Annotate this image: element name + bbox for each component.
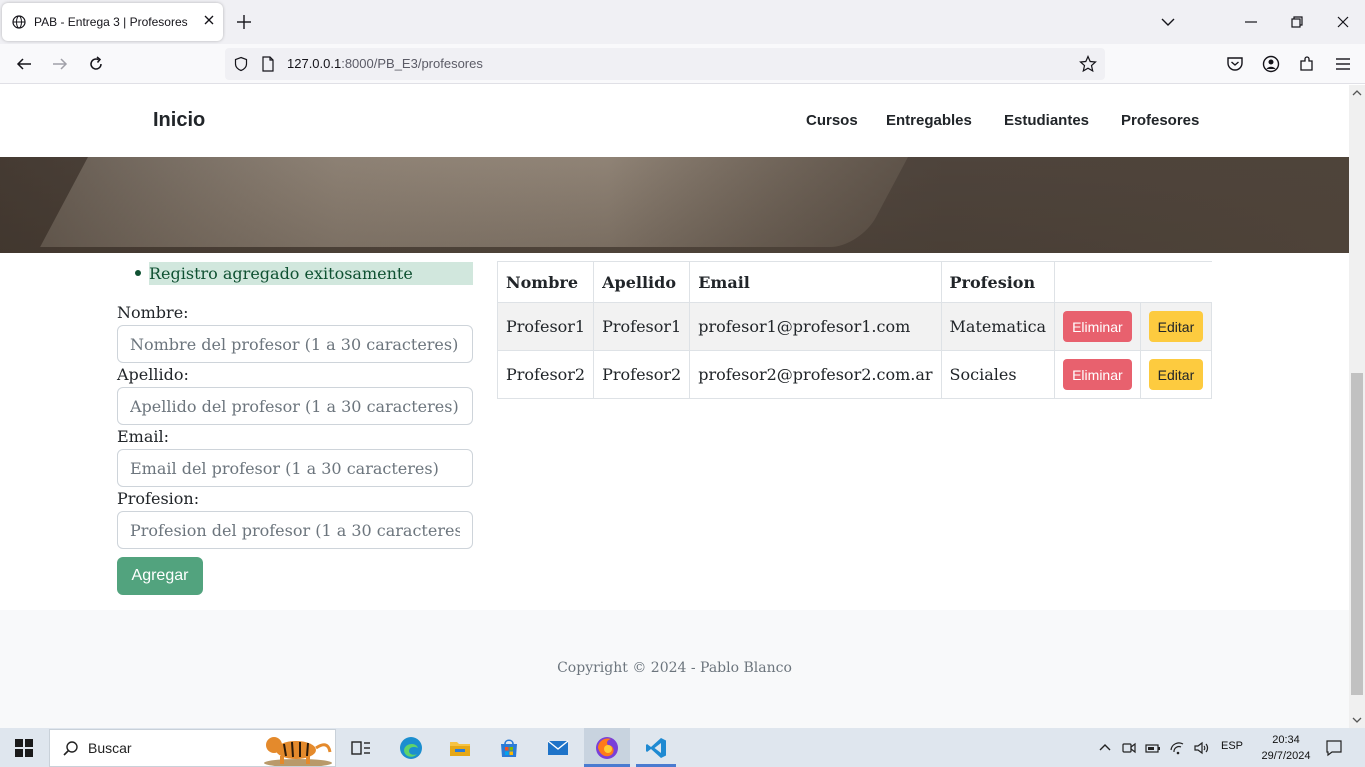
editar-button[interactable]: Editar — [1148, 359, 1204, 390]
close-window-icon[interactable] — [1333, 12, 1353, 32]
email-input[interactable] — [117, 449, 473, 487]
edge-browser-icon[interactable] — [399, 736, 423, 760]
success-alert: Registro agregado exitosamente — [149, 262, 473, 285]
cell-email: profesor1@profesor1.com — [689, 302, 942, 351]
tiger-illustration-icon — [264, 737, 332, 766]
hero-shade — [0, 157, 1349, 253]
scrollbar-thumb[interactable] — [1351, 373, 1363, 695]
shield-icon[interactable] — [233, 56, 249, 72]
store-icon[interactable] — [497, 736, 521, 760]
agregar-button[interactable]: Agregar — [117, 557, 203, 595]
search-icon — [63, 741, 78, 756]
scroll-down-icon[interactable] — [1352, 715, 1362, 725]
profesores-table: Nombre Apellido Email Profesion Profesor… — [496, 261, 1213, 399]
table-row: Profesor2 Profesor2 profesor2@profesor2.… — [496, 350, 1213, 399]
alert-bullet — [135, 270, 141, 276]
url-text[interactable]: 127.0.0.1:8000/PB_E3/profesores — [287, 56, 483, 71]
cell-nombre: Profesor2 — [496, 350, 595, 399]
meet-now-icon[interactable] — [1121, 740, 1137, 756]
wifi-icon[interactable] — [1169, 740, 1185, 756]
site-navbar: Inicio Cursos Entregables Estudiantes Pr… — [0, 85, 1349, 157]
header-actions — [1054, 261, 1212, 303]
header-nombre: Nombre — [496, 261, 595, 303]
site-footer: Copyright © 2024 - Pablo Blanco — [0, 610, 1349, 728]
scroll-up-icon[interactable] — [1352, 88, 1362, 98]
new-tab-icon[interactable] — [234, 12, 254, 32]
browser-nav-bar: 127.0.0.1:8000/PB_E3/profesores — [0, 44, 1365, 84]
browser-tab-strip: PAB - Entrega 3 | Profesores — [0, 0, 1365, 44]
cell-apellido: Profesor1 — [593, 302, 691, 351]
minimize-icon[interactable] — [1241, 12, 1261, 32]
task-view-icon[interactable] — [349, 736, 373, 760]
cell-edit: Editar — [1139, 302, 1213, 351]
eliminar-button[interactable]: Eliminar — [1063, 311, 1132, 342]
cell-delete: Eliminar — [1054, 302, 1141, 351]
account-icon[interactable] — [1261, 54, 1281, 74]
bookmark-star-icon[interactable] — [1079, 55, 1097, 73]
cell-email: profesor2@profesor2.com.ar — [689, 350, 942, 399]
table-row: Profesor1 Profesor1 profesor1@profesor1.… — [496, 302, 1213, 351]
cell-apellido: Profesor2 — [593, 350, 691, 399]
editar-button[interactable]: Editar — [1148, 311, 1204, 342]
url-bar[interactable]: 127.0.0.1:8000/PB_E3/profesores — [225, 48, 1105, 80]
windows-taskbar: Buscar ESP 20:34 29/7/2024 — [0, 728, 1365, 767]
brand-link[interactable]: Inicio — [153, 109, 205, 132]
extensions-icon[interactable] — [1297, 54, 1317, 74]
nav-link-entregables[interactable]: Entregables — [886, 112, 972, 129]
input-language[interactable]: ESP — [1221, 740, 1243, 752]
pocket-icon[interactable] — [1225, 54, 1245, 74]
battery-icon[interactable] — [1145, 740, 1161, 756]
cell-nombre: Profesor1 — [496, 302, 595, 351]
chevron-up-icon[interactable] — [1097, 740, 1113, 756]
menu-icon[interactable] — [1333, 54, 1353, 74]
header-profesion: Profesion — [940, 261, 1056, 303]
nav-link-estudiantes[interactable]: Estudiantes — [1004, 112, 1089, 129]
url-path: :8000/PB_E3/profesores — [341, 56, 483, 71]
vscode-icon[interactable] — [644, 736, 668, 760]
profesion-input[interactable] — [117, 511, 473, 549]
header-email: Email — [689, 261, 942, 303]
header-apellido: Apellido — [593, 261, 691, 303]
url-host: 127.0.0.1 — [287, 56, 342, 71]
restore-icon[interactable] — [1287, 12, 1307, 32]
nombre-label: Nombre: — [117, 303, 189, 322]
email-label: Email: — [117, 427, 170, 446]
reload-icon[interactable] — [86, 54, 106, 74]
search-placeholder: Buscar — [88, 740, 132, 756]
list-tabs-icon[interactable] — [1158, 12, 1178, 32]
hero-banner-image — [0, 157, 1349, 253]
mail-icon[interactable] — [546, 736, 570, 760]
globe-icon — [12, 15, 26, 29]
windows-start-icon[interactable] — [15, 739, 33, 757]
browser-tab[interactable]: PAB - Entrega 3 | Profesores — [2, 3, 223, 41]
profesion-label: Profesion: — [117, 489, 200, 508]
forward-arrow-icon[interactable] — [50, 54, 70, 74]
file-explorer-icon[interactable] — [448, 736, 472, 760]
firefox-icon[interactable] — [595, 736, 619, 760]
page-icon — [262, 56, 274, 72]
copyright-text: Copyright © 2024 - Pablo Blanco — [557, 660, 792, 676]
nombre-input[interactable] — [117, 325, 473, 363]
apellido-label: Apellido: — [117, 365, 189, 384]
cell-edit: Editar — [1139, 350, 1213, 399]
page-scrollbar[interactable] — [1349, 85, 1365, 728]
cell-profesion: Matematica — [940, 302, 1056, 351]
clock-date: 29/7/2024 — [1261, 750, 1311, 762]
cell-profesion: Sociales — [940, 350, 1056, 399]
nav-link-cursos[interactable]: Cursos — [806, 112, 858, 129]
taskbar-clock[interactable]: 20:34 29/7/2024 — [1258, 732, 1314, 764]
volume-icon[interactable] — [1193, 740, 1209, 756]
close-tab-icon[interactable] — [201, 12, 217, 28]
back-arrow-icon[interactable] — [14, 54, 34, 74]
clock-time: 20:34 — [1272, 734, 1300, 746]
apellido-input[interactable] — [117, 387, 473, 425]
table-header-row: Nombre Apellido Email Profesion — [496, 261, 1212, 303]
notifications-icon[interactable] — [1325, 739, 1343, 757]
cell-delete: Eliminar — [1054, 350, 1141, 399]
nav-link-profesores[interactable]: Profesores — [1121, 112, 1199, 129]
eliminar-button[interactable]: Eliminar — [1063, 359, 1132, 390]
tab-title: PAB - Entrega 3 | Profesores — [34, 15, 188, 29]
page-viewport: Inicio Cursos Entregables Estudiantes Pr… — [0, 85, 1349, 728]
